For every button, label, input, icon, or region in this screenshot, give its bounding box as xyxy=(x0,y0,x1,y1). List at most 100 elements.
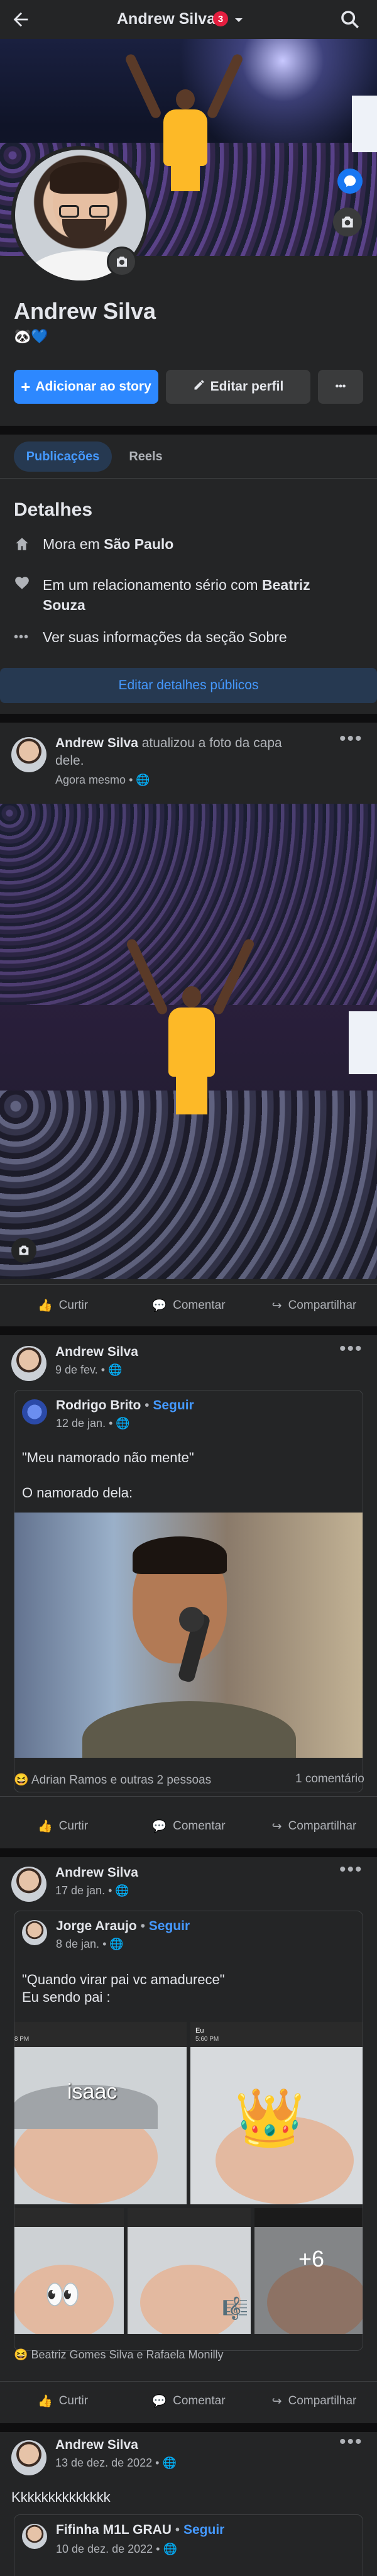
post-time: Agora mesmo • 🌐 xyxy=(55,774,150,786)
haha-reaction-icon: 😆 xyxy=(14,1774,29,1787)
share-icon: ↪ xyxy=(271,1819,282,1833)
avatar[interactable] xyxy=(11,2440,46,2475)
avatar-camera-icon[interactable] xyxy=(107,247,137,277)
post-actions: 👍 Curtir 💬 Comentar ↪ Compartilhar xyxy=(0,1285,377,1326)
detail-lives: Mora em São Paulo xyxy=(14,536,173,553)
follow-button[interactable]: Seguir xyxy=(149,1919,190,1933)
grid-photo-more[interactable]: +6 xyxy=(254,2208,363,2334)
post-actions: 👍 Curtir 💬 Comentar ↪ Compartilhar xyxy=(0,2381,377,2421)
shared-time: 12 de jan. • 🌐 xyxy=(56,1417,130,1430)
status-time: 5:58 PM xyxy=(14,2036,30,2043)
edit-public-details-button[interactable]: Editar detalhes públicos xyxy=(0,668,377,703)
shared-caption: O namorado dela: xyxy=(22,1485,133,1501)
more-options-button[interactable]: ••• xyxy=(318,370,363,404)
comment-button[interactable]: 💬 Comentar xyxy=(126,1806,251,1846)
avatar[interactable] xyxy=(22,2524,47,2549)
chevron-down-icon[interactable] xyxy=(232,14,245,26)
post-author[interactable]: Andrew Silva xyxy=(55,736,138,750)
comment-icon: 💬 xyxy=(151,1820,167,1833)
shared-post[interactable]: Jorge Araujo • Seguir 8 de jan. • 🌐 "Qua… xyxy=(14,1911,363,2351)
shared-author[interactable]: Jorge Araujo xyxy=(56,1919,137,1933)
grid-photo[interactable]: 👀 xyxy=(14,2208,124,2334)
follow-button[interactable]: Seguir xyxy=(153,1398,194,1413)
grid-photo[interactable]: Eu 5:58 PM isaac xyxy=(14,2022,187,2204)
nba-banner xyxy=(349,1011,377,1074)
detail-about[interactable]: ••• Ver suas informações da seção Sobre xyxy=(14,629,287,646)
grid-photo[interactable]: Eu 5:60 PM 👑 xyxy=(190,2022,363,2204)
crown-emoji: 👑 xyxy=(234,2087,305,2150)
like-button[interactable]: 👍 Curtir xyxy=(0,2381,126,2421)
heart-icon xyxy=(14,575,30,591)
shared-author[interactable]: Rodrigo Brito xyxy=(56,1398,141,1413)
grid-photo[interactable]: 🎼 xyxy=(128,2208,251,2334)
profile-emojis: 🐼💙 xyxy=(14,328,48,344)
comment-button[interactable]: 💬 Comentar xyxy=(126,1285,251,1326)
shared-post[interactable]: Rodrigo Brito • Seguir 12 de jan. • 🌐 "M… xyxy=(14,1390,363,1792)
share-icon: ↪ xyxy=(271,2394,282,2408)
share-button[interactable]: ↪ Compartilhar xyxy=(251,2381,377,2421)
post-menu-icon[interactable]: ••• xyxy=(339,2431,363,2453)
follow-button[interactable]: Seguir xyxy=(183,2523,224,2537)
reaction-summary[interactable]: 😆 Beatriz Gomes Silva e Rafaela Monilly xyxy=(14,2348,224,2362)
divider xyxy=(0,1326,377,1335)
pencil-icon xyxy=(193,379,205,395)
arrow-left-icon[interactable] xyxy=(10,9,31,30)
page-title[interactable]: Andrew Silva xyxy=(117,10,216,28)
add-story-button[interactable]: + Adicionar ao story xyxy=(14,370,158,404)
shared-author-line: Rodrigo Brito • Seguir xyxy=(56,1398,194,1413)
edit-profile-button[interactable]: Editar perfil xyxy=(166,370,310,404)
shared-post[interactable]: Fifinha M1L GRAU • Seguir 10 de dez. de … xyxy=(14,2514,363,2576)
post-author[interactable]: Andrew Silva xyxy=(55,1345,138,1360)
post-menu-icon[interactable]: ••• xyxy=(339,1338,363,1360)
like-button[interactable]: 👍 Curtir xyxy=(0,1285,126,1326)
relationship-partner[interactable]: Beatriz xyxy=(262,577,310,593)
post-cover-photo[interactable] xyxy=(0,804,377,1279)
camera-icon[interactable] xyxy=(11,1238,36,1263)
status-label: Eu xyxy=(195,2027,204,2035)
like-icon: 👍 xyxy=(37,1299,53,1313)
avatar[interactable] xyxy=(11,1346,46,1381)
avatar[interactable] xyxy=(11,737,46,772)
post-author[interactable]: Andrew Silva xyxy=(55,1865,138,1880)
like-button[interactable]: 👍 Curtir xyxy=(0,1806,126,1846)
globe-icon: 🌐 xyxy=(108,1363,123,1376)
divider xyxy=(0,478,377,479)
profile-name: Andrew Silva xyxy=(14,298,156,324)
shared-author-line: Fifinha M1L GRAU • Seguir xyxy=(56,2523,225,2537)
avatar[interactable] xyxy=(11,1867,46,1902)
divider xyxy=(0,1848,377,1857)
post-time: 9 de fev. • 🌐 xyxy=(55,1363,123,1376)
shared-author[interactable]: Fifinha M1L GRAU xyxy=(56,2523,172,2537)
divider xyxy=(0,2423,377,2432)
sticker-text: isaac xyxy=(67,2080,117,2104)
divider xyxy=(0,426,377,435)
like-icon: 👍 xyxy=(37,1820,53,1833)
post-text: Kkkkkkkkkkkkkk xyxy=(11,2489,111,2505)
like-icon: 👍 xyxy=(37,2395,53,2408)
post-menu-icon[interactable]: ••• xyxy=(339,1859,363,1880)
messenger-icon[interactable] xyxy=(337,169,363,194)
avatar[interactable] xyxy=(22,1920,47,1945)
share-button[interactable]: ↪ Compartilhar xyxy=(251,1806,377,1846)
globe-icon: 🌐 xyxy=(162,2457,177,2469)
comment-button[interactable]: 💬 Comentar xyxy=(126,2381,251,2421)
eyes-emoji: 👀 xyxy=(45,2278,81,2311)
post-time: 17 de jan. • 🌐 xyxy=(55,1884,129,1897)
shared-photo[interactable] xyxy=(14,1513,363,1758)
post-menu-icon[interactable]: ••• xyxy=(339,728,363,750)
tab-publicacoes[interactable]: Publicações xyxy=(14,441,112,472)
globe-icon: 🌐 xyxy=(116,1417,130,1430)
share-button[interactable]: ↪ Compartilhar xyxy=(251,1285,377,1326)
globe-icon: 🌐 xyxy=(163,2543,177,2555)
shared-caption: Eu sendo pai : xyxy=(22,1989,111,2005)
comment-count[interactable]: 1 comentário xyxy=(295,1772,364,1786)
avatar[interactable] xyxy=(22,1399,47,1424)
cover-camera-icon[interactable] xyxy=(333,208,362,236)
tab-reels[interactable]: Reels xyxy=(119,441,172,472)
search-icon[interactable] xyxy=(339,9,361,30)
divider xyxy=(0,1796,377,1797)
more-photos-count: +6 xyxy=(298,2246,325,2272)
music-emoji: 🎼 xyxy=(222,2297,249,2321)
reaction-summary[interactable]: 😆 Adrian Ramos e outras 2 pessoas xyxy=(14,1772,211,1787)
post-author[interactable]: Andrew Silva xyxy=(55,2438,138,2453)
